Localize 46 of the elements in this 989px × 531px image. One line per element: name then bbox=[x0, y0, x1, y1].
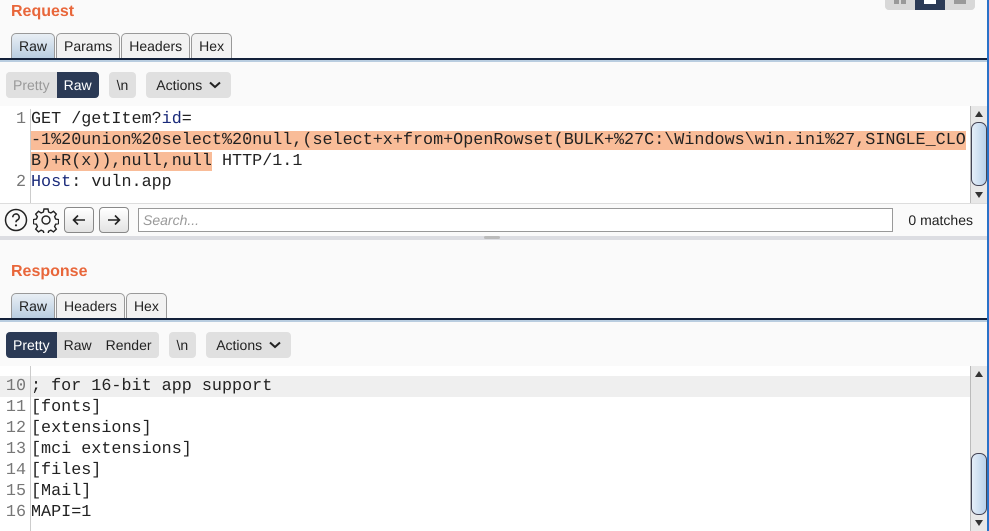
settings-icon[interactable] bbox=[33, 207, 59, 233]
line-number: 14 bbox=[6, 461, 26, 480]
code-line: MAPI=1 bbox=[31, 502, 92, 523]
code-line: B)+R(x)),null,null HTTP/1.1 bbox=[31, 151, 302, 172]
tab[interactable]: Raw bbox=[11, 293, 56, 318]
tab[interactable]: Hex bbox=[191, 33, 232, 58]
panel-title: Response bbox=[10, 262, 88, 282]
view-mode-button[interactable]: Pretty bbox=[6, 332, 57, 358]
line-number: 12 bbox=[6, 419, 26, 438]
code-line: [mci extensions] bbox=[31, 439, 192, 460]
tab[interactable]: Headers bbox=[121, 33, 190, 58]
code-line: Host: vuln.app bbox=[31, 172, 172, 193]
line-number: 11 bbox=[6, 398, 26, 417]
line-number: 1 bbox=[16, 110, 26, 129]
back-button[interactable] bbox=[64, 207, 94, 233]
tab[interactable]: Headers bbox=[56, 293, 125, 318]
code-line: [files] bbox=[31, 460, 102, 481]
panel-title: Request bbox=[10, 2, 76, 22]
arrow-right-icon bbox=[107, 214, 121, 226]
chevron-down-icon bbox=[269, 341, 282, 349]
code-line: [Mail] bbox=[31, 481, 92, 502]
scrollbar[interactable] bbox=[970, 106, 987, 203]
newline-button[interactable]: \n bbox=[168, 332, 196, 358]
search-field[interactable]: Search... bbox=[138, 208, 894, 232]
view-mode-button[interactable]: Raw bbox=[56, 72, 99, 98]
tab[interactable]: Params bbox=[56, 33, 120, 58]
forward-button[interactable] bbox=[99, 207, 129, 233]
chevron-down-icon bbox=[209, 81, 222, 89]
newline-button[interactable]: \n bbox=[108, 72, 136, 98]
scrollbar[interactable] bbox=[970, 366, 987, 531]
line-number: 10 bbox=[6, 377, 26, 396]
line-number: 15 bbox=[6, 482, 26, 501]
arrow-left-icon bbox=[72, 214, 86, 226]
actions-button[interactable]: Actions bbox=[146, 72, 232, 98]
code-line: ; for 16-bit app support bbox=[31, 376, 272, 397]
line-number: 16 bbox=[6, 503, 26, 522]
code-line: [extensions] bbox=[31, 418, 152, 439]
tab[interactable]: Raw bbox=[11, 33, 56, 58]
code-line: [fonts] bbox=[31, 397, 102, 418]
line-number: 2 bbox=[16, 173, 26, 192]
code-line: GET /getItem?id= bbox=[31, 109, 192, 130]
line-number: 13 bbox=[6, 440, 26, 459]
actions-button[interactable]: Actions bbox=[206, 332, 292, 358]
match-count: 0 matches bbox=[908, 212, 973, 228]
help-icon[interactable] bbox=[4, 208, 28, 232]
tab[interactable]: Hex bbox=[126, 293, 167, 318]
